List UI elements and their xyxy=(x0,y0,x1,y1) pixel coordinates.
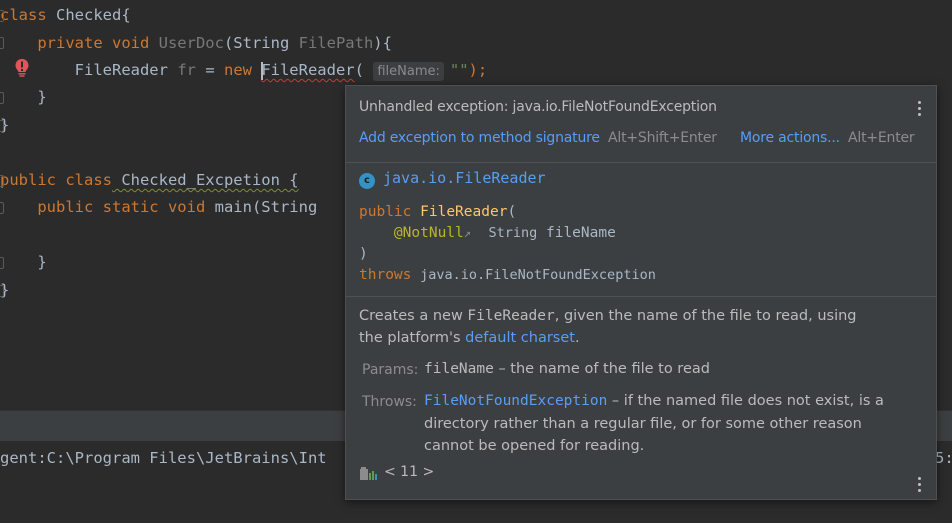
type-name: FileReader xyxy=(74,61,168,79)
fold-marker-icon[interactable] xyxy=(0,285,4,297)
fold-marker-icon[interactable] xyxy=(0,92,4,104)
class-icon: c xyxy=(359,173,375,189)
fold-marker-icon[interactable] xyxy=(0,37,4,49)
param-description: fileName – the name of the file to read xyxy=(424,358,904,381)
more-options-icon[interactable] xyxy=(918,477,922,493)
variable-name: fr xyxy=(167,61,196,79)
param-name: FilePath xyxy=(298,34,374,52)
sig-keyword: public xyxy=(359,204,412,220)
fold-marker-icon[interactable] xyxy=(0,10,4,22)
fold-marker-icon[interactable] xyxy=(0,202,4,214)
code-text: Checked{ xyxy=(46,6,131,24)
sig-ctor: FileReader xyxy=(420,204,508,220)
class-name: Checked_Excpetion { xyxy=(111,171,299,189)
error-bulb-icon[interactable] xyxy=(14,58,30,78)
code-text: ); xyxy=(468,61,488,79)
add-exception-link[interactable]: Add exception to method signature xyxy=(359,130,600,146)
string-literal: "" xyxy=(449,61,469,79)
add-exception-shortcut: Alt+Shift+Enter xyxy=(608,130,717,146)
sig-annotation[interactable]: @NotNull xyxy=(394,225,464,241)
console-output: gent:C:\Program Files\JetBrains\Int xyxy=(0,449,327,467)
error-message: Unhandled exception: java.io.FileNotFoun… xyxy=(359,99,717,115)
doc-description: Creates a new FileReader, given the name… xyxy=(359,305,879,349)
throws-exception-link[interactable]: FileNotFoundException xyxy=(424,393,607,409)
sig-paren: ( xyxy=(507,204,517,220)
signature-line-4: throws java.io.FileNotFoundException xyxy=(359,267,656,283)
fold-marker-icon[interactable] xyxy=(0,120,4,132)
more-actions-shortcut: Alt+Enter xyxy=(848,130,915,146)
code-keyword: public class xyxy=(0,171,112,189)
code-line-3[interactable]: FileReader fr = new FileReader( fileName… xyxy=(0,57,487,84)
more-options-icon[interactable] xyxy=(918,101,922,117)
code-line-4[interactable]: } xyxy=(0,84,46,111)
code-keyword: new xyxy=(223,61,262,79)
sig-param-type: String xyxy=(488,225,538,241)
code-line-2[interactable]: private void UserDoc(String FilePath){ xyxy=(0,30,392,57)
method-name: UserDoc xyxy=(149,34,224,52)
signature-line-3: ) xyxy=(359,246,368,262)
code-text: main(String xyxy=(205,198,318,216)
param-text: – the name of the file to read xyxy=(493,361,710,377)
version-navigator[interactable]: < 11 > xyxy=(384,464,434,480)
params-label: Params: xyxy=(362,362,419,378)
sig-keyword: throws xyxy=(359,267,412,283)
code-line-6[interactable]: public class Checked_Excpetion { xyxy=(0,167,299,194)
code-keyword: public static void xyxy=(37,198,206,216)
sig-exception: java.io.FileNotFoundException xyxy=(420,267,656,283)
external-link-icon[interactable]: ↗ xyxy=(464,226,471,240)
code-text: (String xyxy=(223,34,299,52)
code-line-1[interactable]: class Checked{ xyxy=(0,2,131,29)
signature-line-2: @NotNull↗ String fileName xyxy=(359,225,616,241)
console-output-right: 5: xyxy=(935,449,952,467)
throws-label: Throws: xyxy=(362,394,417,410)
default-charset-link[interactable]: default charset xyxy=(465,330,575,346)
fold-marker-icon[interactable] xyxy=(0,175,4,187)
code-line-8[interactable]: } xyxy=(0,249,46,276)
code-text: ( xyxy=(354,61,364,79)
error-constructor-call[interactable]: FileReader xyxy=(261,61,354,79)
signature-line-1: public FileReader( xyxy=(359,204,516,220)
sig-param-name: fileName xyxy=(545,225,616,241)
quick-documentation-popup[interactable]: Unhandled exception: java.io.FileNotFoun… xyxy=(345,85,937,500)
param-name: fileName xyxy=(424,361,494,377)
description-section: Creates a new FileReader, given the name… xyxy=(346,297,936,499)
parameter-hint: fileName: xyxy=(373,62,444,81)
more-actions-link[interactable]: More actions... xyxy=(740,130,840,146)
code-keyword: class xyxy=(0,6,47,24)
throws-description: FileNotFoundException – if the named fil… xyxy=(424,390,904,458)
class-link[interactable]: java.io.FileReader xyxy=(383,169,546,187)
code-keyword: private void xyxy=(37,34,150,52)
code-line-7[interactable]: public static void main(String xyxy=(0,194,317,221)
desc-text: Creates a new xyxy=(359,308,468,324)
desc-text: . xyxy=(574,330,580,346)
signature-section: c java.io.FileReader public FileReader( … xyxy=(346,163,936,297)
desc-code: FileReader xyxy=(467,308,555,324)
library-icon xyxy=(360,467,377,480)
code-text: = xyxy=(195,61,224,79)
code-text: ){ xyxy=(373,34,392,52)
fold-marker-icon[interactable] xyxy=(0,257,4,269)
error-section: Unhandled exception: java.io.FileNotFoun… xyxy=(346,86,936,163)
